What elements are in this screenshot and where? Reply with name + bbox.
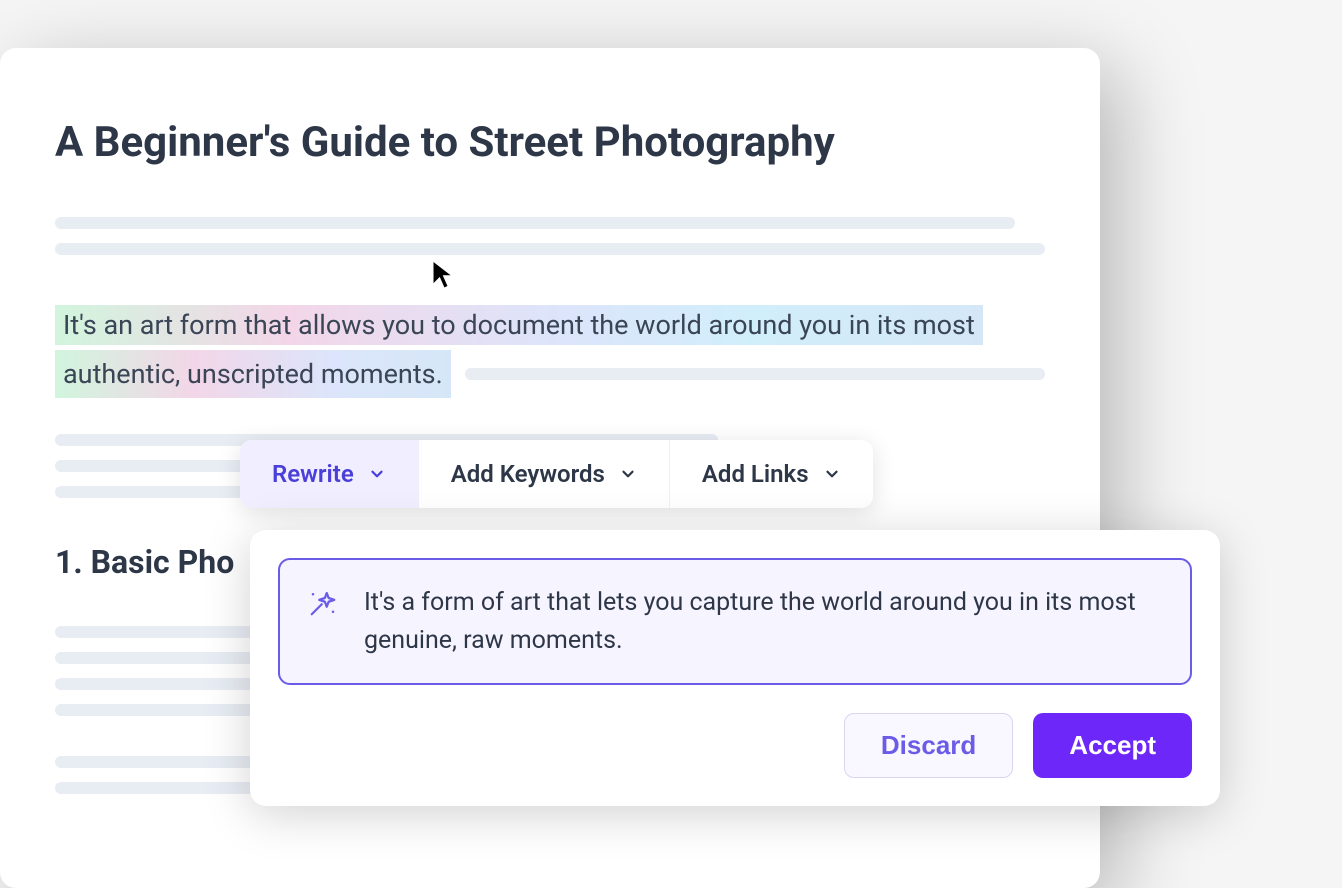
- highlighted-text-line-1: It's an art form that allows you to docu…: [55, 305, 983, 345]
- accept-button[interactable]: Accept: [1033, 713, 1192, 778]
- suggestion-actions: Discard Accept: [278, 713, 1192, 778]
- placeholder-line: [465, 368, 1045, 380]
- add-keywords-label: Add Keywords: [451, 460, 605, 488]
- highlighted-selection[interactable]: It's an art form that allows you to docu…: [55, 305, 1045, 398]
- highlighted-text-line-2: authentic, unscripted moments.: [55, 350, 451, 399]
- placeholder-line: [55, 243, 1045, 255]
- cursor-icon: [430, 258, 458, 296]
- chevron-down-icon: [823, 465, 841, 483]
- add-links-button[interactable]: Add Links: [670, 440, 873, 508]
- chevron-down-icon: [619, 465, 637, 483]
- rewrite-label: Rewrite: [272, 460, 354, 488]
- placeholder-group-1: [55, 217, 1045, 255]
- placeholder-line: [55, 217, 1015, 229]
- suggestion-text: It's a form of art that lets you capture…: [364, 584, 1162, 659]
- ai-toolbar: Rewrite Add Keywords Add Links: [240, 440, 873, 508]
- add-links-label: Add Links: [702, 460, 809, 488]
- document-title: A Beginner's Guide to Street Photography: [55, 118, 1045, 167]
- chevron-down-icon: [368, 465, 386, 483]
- suggestion-panel: It's a form of art that lets you capture…: [250, 530, 1220, 806]
- suggestion-box: It's a form of art that lets you capture…: [278, 558, 1192, 685]
- rewrite-button[interactable]: Rewrite: [240, 440, 419, 508]
- discard-button[interactable]: Discard: [844, 713, 1013, 778]
- magic-wand-icon: [308, 588, 338, 622]
- add-keywords-button[interactable]: Add Keywords: [419, 440, 670, 508]
